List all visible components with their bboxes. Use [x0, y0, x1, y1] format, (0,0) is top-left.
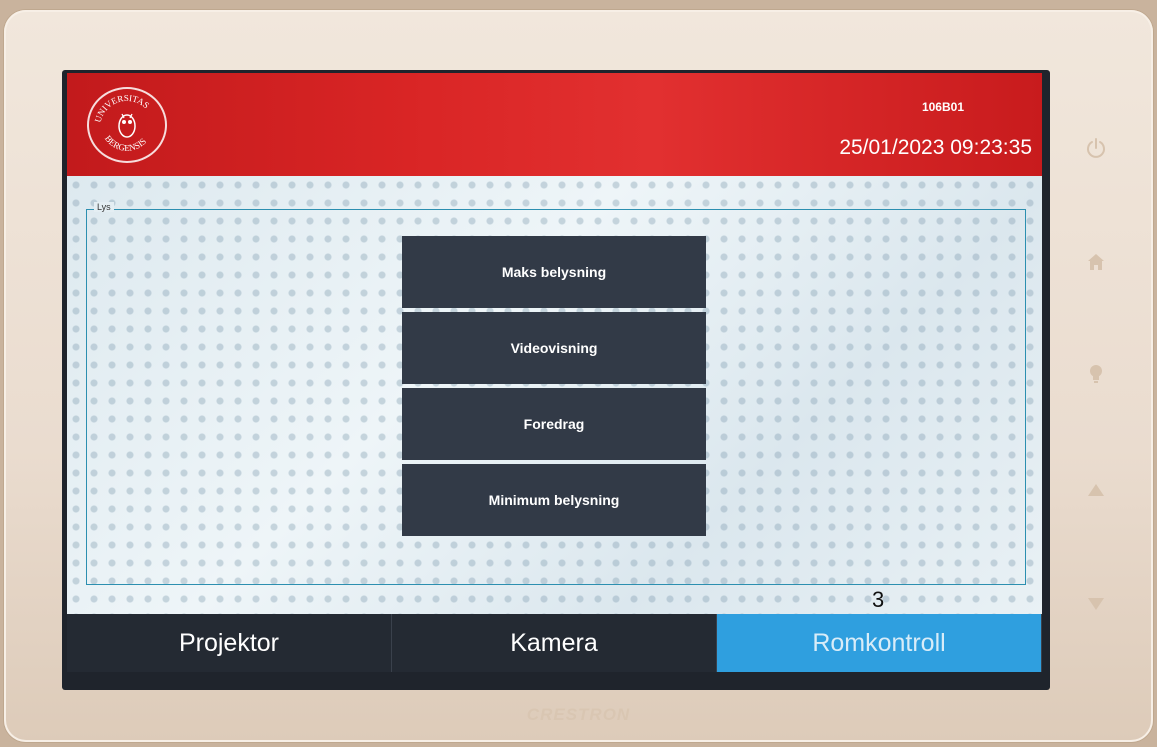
brand-logo: CRESTRON	[526, 705, 631, 724]
arrow-down-icon	[1088, 598, 1104, 610]
home-icon	[1088, 254, 1104, 270]
university-seal-logo: UNIVERSITAS BERGENSIS	[87, 87, 167, 163]
lightbulb-icon	[1090, 365, 1102, 383]
power-button[interactable]	[1082, 134, 1110, 162]
owl-seal-icon: UNIVERSITAS BERGENSIS	[93, 93, 152, 153]
tab-romkontroll[interactable]: Romkontroll	[717, 614, 1042, 672]
power-icon	[1087, 138, 1105, 158]
tab-kamera[interactable]: Kamera	[392, 614, 717, 672]
tab-bar: Projektor Kamera Romkontroll	[67, 614, 1042, 672]
volume-up-button[interactable]	[1082, 476, 1110, 504]
preset-min-lighting-button[interactable]: Minimum belysning	[402, 464, 706, 536]
room-id: 106B01	[921, 100, 964, 114]
annotation-number: 3	[872, 587, 885, 612]
home-button[interactable]	[1082, 248, 1110, 276]
tab-projektor[interactable]: Projektor	[67, 614, 392, 672]
volume-down-button[interactable]	[1082, 590, 1110, 618]
preset-lecture-button[interactable]: Foredrag	[402, 388, 706, 460]
svg-text:UNIVERSITAS: UNIVERSITAS	[93, 93, 152, 124]
group-label: Lys	[94, 202, 114, 212]
touch-screen: UNIVERSITAS BERGENSIS 106B01 25/01/2023 …	[62, 70, 1050, 690]
arrow-up-icon	[1088, 484, 1104, 496]
preset-video-button[interactable]: Videovisning	[402, 312, 706, 384]
lighting-panel: Lys Maks belysning Videovisning Foredrag…	[67, 176, 1042, 614]
lights-button[interactable]	[1082, 360, 1110, 388]
date-time: 25/01/2023 09:23:35	[839, 136, 1032, 159]
preset-max-lighting-button[interactable]: Maks belysning	[402, 236, 706, 308]
header-bar: UNIVERSITAS BERGENSIS 106B01 25/01/2023 …	[67, 73, 1042, 176]
